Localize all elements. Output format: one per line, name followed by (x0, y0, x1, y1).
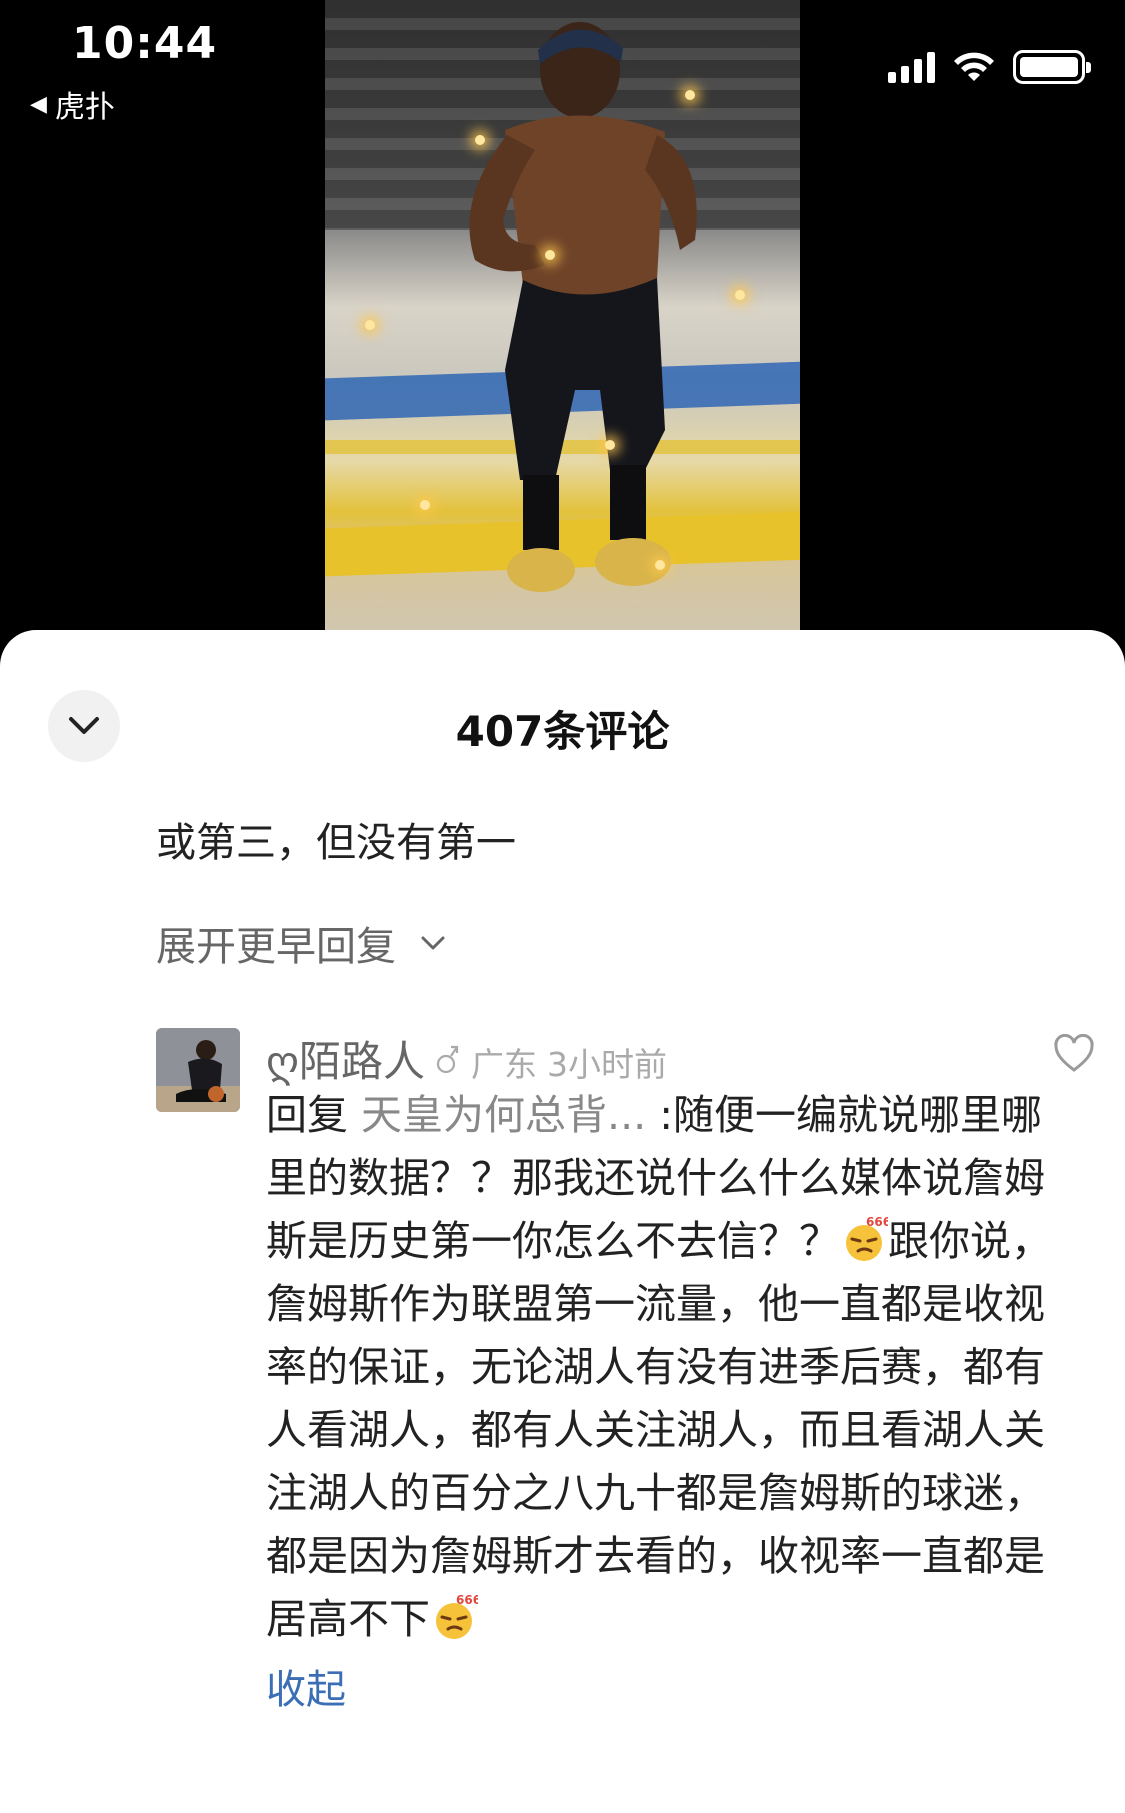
heart-outline-icon[interactable] (1052, 1034, 1096, 1074)
expand-earlier-label: 展开更早回复 (156, 924, 396, 970)
comment-meta: ღ陌路人 广东 3小时前 (266, 1028, 1086, 1086)
reply-prefix: 回复 (266, 1091, 362, 1139)
svg-text:666: 666 (456, 1593, 478, 1607)
gender-male-icon (436, 1045, 459, 1074)
collapse-comment-link[interactable]: 收起 (266, 1657, 1086, 1715)
expand-earlier-replies-button[interactable]: 展开更早回复 (156, 914, 446, 972)
previous-reply-text: 或第三，但没有第一 (156, 820, 516, 866)
back-to-app-button[interactable]: ◀ 虎扑 (30, 82, 115, 126)
comment-location: 广东 (471, 1045, 538, 1084)
back-triangle-icon: ◀ (30, 91, 47, 117)
comment-text: 回复 天皇为何总背... :随便一编就说哪里哪里的数据？？那我还说什么什么媒体说… (266, 1084, 1056, 1651)
avatar[interactable] (156, 1028, 240, 1112)
status-time: 10:44 (72, 18, 218, 69)
comment-segment-2: 跟你说，詹姆斯作为联盟第一流量，他一直都是收视率的保证，无论湖人有没有进季后赛，… (266, 1217, 1052, 1643)
reply-target-link[interactable]: 天皇为何总背... (361, 1091, 646, 1139)
comments-sheet: 407条评论 或第三，但没有第一 展开更早回复 ღ陌路人 广东 3小时前 回复 … (0, 630, 1125, 1813)
status-indicators (888, 50, 1091, 84)
emoji-666-icon: 666 (430, 1593, 481, 1641)
comment-time: 3小时前 (547, 1045, 668, 1084)
comment-username[interactable]: ღ陌路人 (266, 1028, 425, 1089)
svg-text:666: 666 (866, 1215, 888, 1229)
back-app-label: 虎扑 (54, 90, 115, 125)
chevron-down-icon (421, 936, 445, 950)
cellular-signal-icon (888, 51, 935, 83)
emoji-666-icon: 666 (840, 1215, 891, 1263)
status-bar: 10:44 ◀ 虎扑 (0, 0, 1125, 130)
battery-icon (1013, 50, 1091, 84)
wifi-icon (954, 52, 994, 81)
comment-body: ღ陌路人 广东 3小时前 回复 天皇为何总背... :随便一编就说哪里哪里的数据… (266, 1028, 1094, 1715)
comments-count-title: 407条评论 (455, 707, 670, 756)
